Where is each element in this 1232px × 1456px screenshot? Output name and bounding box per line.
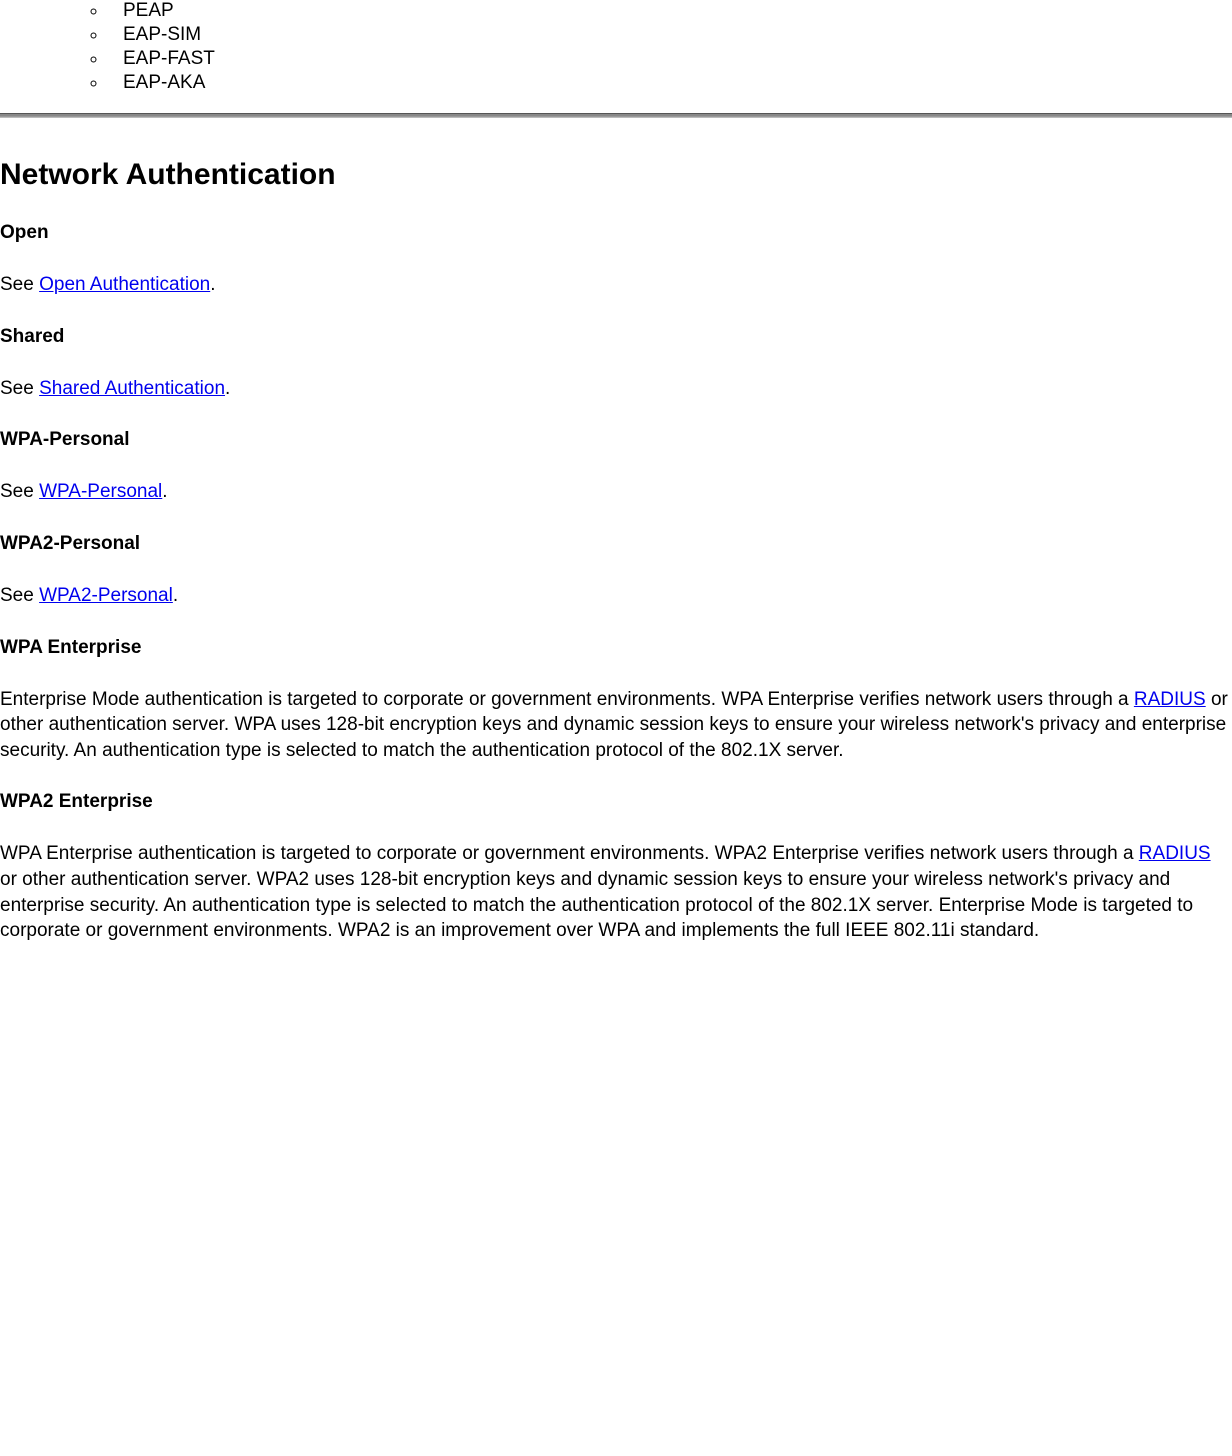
- paragraph-wpa2-personal: See WPA2-Personal.: [0, 583, 1232, 609]
- text: See: [0, 274, 39, 295]
- text: .: [225, 378, 230, 399]
- subheading-open: Open: [0, 222, 1232, 244]
- paragraph-shared: See Shared Authentication.: [0, 376, 1232, 402]
- paragraph-open: See Open Authentication.: [0, 272, 1232, 298]
- subheading-wpa2-enterprise: WPA2 Enterprise: [0, 791, 1232, 813]
- subheading-wpa2-personal: WPA2-Personal: [0, 533, 1232, 555]
- link-wpa2-personal[interactable]: WPA2-Personal: [39, 585, 173, 606]
- text: WPA Enterprise authentication is targete…: [0, 843, 1139, 864]
- list-item: EAP-SIM: [108, 24, 1232, 46]
- text: Enterprise Mode authentication is target…: [0, 689, 1134, 710]
- paragraph-wpa2-enterprise: WPA Enterprise authentication is targete…: [0, 841, 1232, 944]
- text: See: [0, 481, 39, 502]
- text: .: [210, 274, 215, 295]
- link-wpa-personal[interactable]: WPA-Personal: [39, 481, 162, 502]
- text: .: [173, 585, 178, 606]
- list-item: EAP-AKA: [108, 72, 1232, 94]
- paragraph-wpa-enterprise: Enterprise Mode authentication is target…: [0, 687, 1232, 764]
- text: See: [0, 585, 39, 606]
- list-item: PEAP: [108, 0, 1232, 22]
- divider: [0, 114, 1232, 118]
- paragraph-wpa-personal: See WPA-Personal.: [0, 479, 1232, 505]
- eap-sublist: PEAP EAP-SIM EAP-FAST EAP-AKA: [0, 0, 1232, 94]
- link-radius[interactable]: RADIUS: [1139, 843, 1211, 864]
- subheading-shared: Shared: [0, 326, 1232, 348]
- subheading-wpa-enterprise: WPA Enterprise: [0, 637, 1232, 659]
- subheading-wpa-personal: WPA-Personal: [0, 429, 1232, 451]
- section-heading-network-authentication: Network Authentication: [0, 158, 1232, 192]
- link-radius[interactable]: RADIUS: [1134, 689, 1206, 710]
- text: or other authentication server. WPA2 use…: [0, 869, 1193, 941]
- text: See: [0, 378, 39, 399]
- link-open-authentication[interactable]: Open Authentication: [39, 274, 210, 295]
- link-shared-authentication[interactable]: Shared Authentication: [39, 378, 225, 399]
- text: .: [162, 481, 167, 502]
- list-item: EAP-FAST: [108, 48, 1232, 70]
